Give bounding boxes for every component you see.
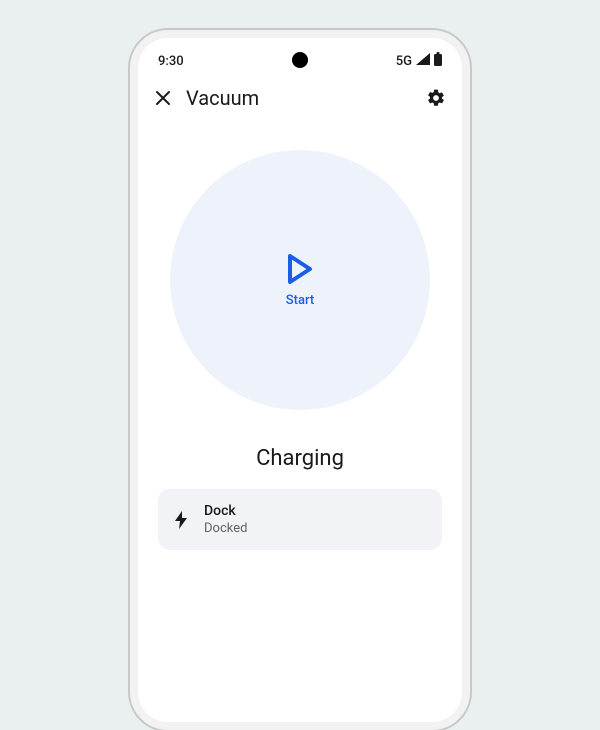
network-label: 5G xyxy=(396,54,412,69)
battery-icon xyxy=(434,52,442,70)
status-time: 9:30 xyxy=(158,54,184,69)
close-icon[interactable] xyxy=(154,89,172,107)
camera-cutout xyxy=(292,52,308,68)
gear-icon[interactable] xyxy=(426,88,446,108)
main-content: Start Charging Dock Docked xyxy=(138,120,462,570)
bolt-icon xyxy=(174,511,190,529)
device-status: Charging xyxy=(256,446,344,471)
status-right: 5G xyxy=(396,52,442,70)
app-header: Vacuum xyxy=(138,76,462,120)
page-title: Vacuum xyxy=(186,86,412,110)
dock-subtitle: Docked xyxy=(204,521,247,536)
dock-title: Dock xyxy=(204,503,247,519)
start-label: Start xyxy=(286,293,314,308)
signal-icon xyxy=(416,53,430,69)
play-icon xyxy=(286,253,314,285)
dock-card[interactable]: Dock Docked xyxy=(158,489,442,550)
phone-frame: 9:30 5G Vacuum Start Charging xyxy=(130,30,470,730)
dock-card-text: Dock Docked xyxy=(204,503,247,536)
start-button[interactable]: Start xyxy=(170,150,430,410)
